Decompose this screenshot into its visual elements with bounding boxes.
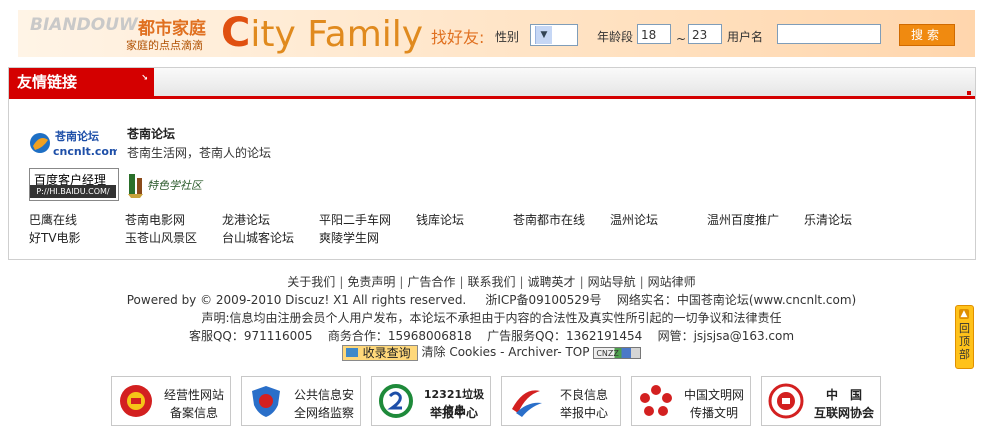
link-item[interactable]: 玉苍山风景区 — [125, 229, 197, 246]
back-to-top-button[interactable]: ▲ 回顶部 — [955, 305, 974, 369]
footer-tail-links[interactable]: 清除 Cookies - Archiver- TOP — [422, 345, 590, 359]
link-item[interactable]: 台山城客论坛 — [222, 229, 294, 246]
brand-city-initial: C — [221, 10, 251, 56]
community-logo[interactable]: 特色学社区 — [125, 168, 215, 200]
chevron-down-icon: ▼ — [535, 26, 552, 44]
biz-text: 商务合作：15968006818 — [327, 329, 472, 343]
cert-badge-security[interactable]: 公共信息安 全网络监察 — [241, 376, 361, 426]
footer-disclaimer: 声明:信息均由注册会员个人用户发布，本论坛不承担由于内容的合法性及真实性所引起的… — [201, 311, 782, 325]
icp-text[interactable]: 浙ICP备09100529号 — [485, 293, 601, 307]
footer-link-contact[interactable]: 联系我们 — [467, 275, 515, 289]
brand-english: BIANDOUW — [30, 15, 138, 35]
police-emblem-icon — [120, 385, 152, 417]
link-item[interactable]: 好TV电影 — [29, 229, 81, 246]
link-item[interactable]: 苍南电影网 — [125, 211, 185, 228]
cert-line2: 举报中心 — [559, 406, 608, 420]
cert-line2: 互联网协会 — [813, 406, 874, 420]
username-label: 用户名 — [727, 30, 764, 44]
gender-select[interactable]: 女 ▼ — [530, 24, 578, 46]
link-item[interactable]: 温州百度推广 — [707, 211, 779, 228]
cert-line2: 全网络监察 — [293, 406, 354, 420]
tab-corner-icon: ↘ — [141, 73, 148, 82]
footer-tools-line: 收录查询 清除 Cookies - Archiver- TOP CNZZ — [0, 343, 983, 361]
cert-line1: 中国文明网 — [683, 388, 744, 402]
age-label: 年龄段 — [597, 30, 634, 44]
footer-link-ads[interactable]: 广告合作 — [407, 275, 455, 289]
link-item[interactable]: 爽陵学生网 — [319, 229, 379, 246]
link-item[interactable]: 平阳二手车网 — [319, 211, 391, 228]
featured-link-title[interactable]: 苍南论坛 — [127, 125, 175, 142]
featured-link-desc: 苍南生活网，苍南人的论坛 — [127, 146, 272, 160]
cert-badge-12321[interactable]: 12321垃圾信息 举报中心 — [371, 376, 491, 426]
link-item[interactable]: 龙港论坛 — [222, 211, 270, 228]
cert-line2: 备案信息 — [169, 406, 218, 420]
footer-divider: | — [459, 275, 464, 289]
cncnlt-logo-text2: cncnlt.com — [53, 145, 117, 158]
footer-powered-line: Powered by © 2009-2010 Discuz! X1 All ri… — [0, 291, 983, 308]
footer-link-lawyer[interactable]: 网站律师 — [648, 275, 696, 289]
shoulu-query-button[interactable]: 收录查询 — [341, 344, 418, 361]
cnzz-stats-icon[interactable]: CNZZ — [593, 346, 642, 359]
admin-email-text: 网管：jsjsjsa@163.com — [657, 329, 795, 343]
qq-service-text: 客服QQ：971116005 — [188, 329, 313, 343]
report-12321-icon — [379, 384, 413, 418]
age-separator: ~ — [676, 32, 687, 46]
cert-line2: 举报中心 — [429, 406, 478, 420]
cert-line1: 不良信息 — [559, 388, 608, 402]
header-corner-mark — [967, 91, 971, 95]
gender-label: 性别 — [495, 30, 520, 44]
footer-contact-line: 客服QQ：971116005 商务合作：15968006818 广告服务QQ：1… — [0, 327, 983, 344]
footer-divider: | — [399, 275, 404, 289]
footer-link-about[interactable]: 关于我们 — [287, 275, 335, 289]
cncnlt-logo-text1: 苍南论坛 — [54, 129, 99, 143]
footer-divider: | — [579, 275, 584, 289]
cert-line1: 经营性网站 — [163, 388, 224, 402]
footer-link-disclaimer[interactable]: 免责声明 — [347, 275, 395, 289]
age-from-input[interactable]: 18 — [637, 24, 671, 44]
cert-line1: 中 国 — [825, 388, 862, 402]
footer-divider: | — [519, 275, 524, 289]
site-realname-text: 网络实名：中国苍南论坛(www.cncnlt.com) — [616, 293, 857, 307]
ad-qq-text: 广告服务QQ：1362191454 — [487, 329, 643, 343]
link-item[interactable]: 乐清论坛 — [804, 211, 852, 228]
cert-line1: 公共信息安 — [293, 388, 354, 402]
community-logo-text: 特色学社区 — [147, 179, 204, 192]
friend-links-header: 友情链接 ↘ — [9, 68, 975, 99]
link-item[interactable]: 巴鹰在线 — [29, 211, 77, 228]
baidu-logo-url: P://HI.BAIDU.COM/ — [30, 185, 116, 198]
cert-badge-civilization[interactable]: 中国文明网 传播文明 — [631, 376, 751, 426]
link-item[interactable]: 苍南都市在线 — [513, 211, 585, 228]
cert-badge-badinfo[interactable]: 不良信息 举报中心 — [501, 376, 621, 426]
isc-seal-icon — [768, 383, 804, 419]
cncnlt-logo[interactable]: 苍南论坛 cncnlt.com — [29, 126, 117, 160]
brand-city-family[interactable]: City Family — [221, 13, 423, 55]
report-swoosh-icon — [512, 390, 542, 417]
footer-divider: | — [339, 275, 344, 289]
shield-icon — [252, 386, 280, 417]
powered-by-text[interactable]: Powered by © 2009-2010 Discuz! X1 All ri… — [127, 293, 467, 307]
cert-line2: 传播文明 — [689, 406, 738, 420]
footer-nav: 关于我们 | 免责声明 | 广告合作 | 联系我们 | 诚聘英才 | 网站导航 | 网站律师 — [0, 273, 983, 290]
link-item[interactable]: 温州论坛 — [610, 211, 658, 228]
link-item[interactable]: 钱库论坛 — [416, 211, 464, 228]
find-friends-title: 找好友: — [431, 28, 485, 47]
friend-links-title: 友情链接 — [17, 73, 78, 91]
baidu-manager-logo[interactable]: 百度客户经理 P://HI.BAIDU.COM/ — [29, 168, 119, 201]
brand-chinese: 都市家庭 — [138, 19, 206, 39]
age-to-input[interactable]: 23 — [688, 24, 722, 44]
footer-link-sitemap[interactable]: 网站导航 — [588, 275, 636, 289]
friend-links-tab: 友情链接 ↘ — [9, 68, 154, 96]
footer-divider: | — [639, 275, 644, 289]
username-input[interactable] — [777, 24, 881, 44]
civilization-flower-icon — [640, 385, 672, 416]
top-banner: BIANDOUW 都市家庭 家庭的点点滴滴 City Family 找好友: 性… — [18, 10, 975, 57]
back-to-top-label: 回顶部 — [959, 322, 970, 361]
cert-badge-icp[interactable]: 经营性网站 备案信息 — [111, 376, 231, 426]
search-button[interactable]: 搜索 — [899, 24, 955, 46]
brand-tagline: 家庭的点点滴滴 — [126, 39, 203, 52]
footer-link-jobs[interactable]: 诚聘英才 — [528, 275, 576, 289]
cert-badge-isc[interactable]: 中 国 互联网协会 — [761, 376, 881, 426]
brand-city-text: ity Family — [250, 14, 424, 55]
arrow-up-icon: ▲ — [959, 309, 969, 319]
